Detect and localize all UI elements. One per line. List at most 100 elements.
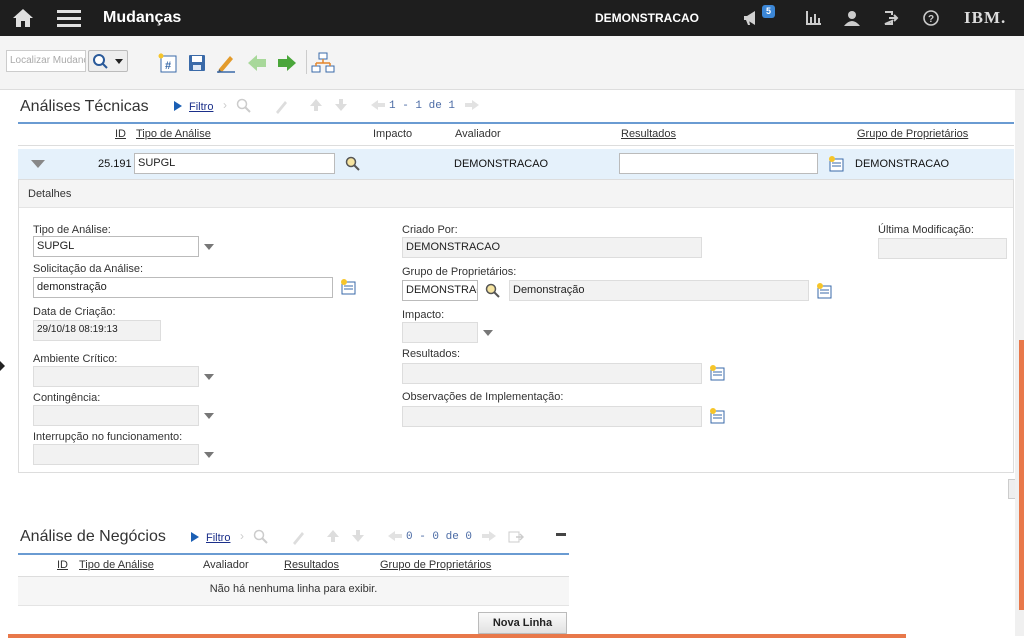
grupo-proprietarios-label: Grupo de Proprietários: (402, 266, 517, 278)
pager-text: 1 - 1 de 1 (389, 100, 456, 112)
details-title: Detalhes (28, 188, 72, 200)
col-resultados[interactable]: Resultados (621, 128, 676, 140)
impacto-label: Impacto: (402, 309, 445, 321)
signout-icon[interactable] (880, 0, 902, 36)
next-page-down-icon (335, 99, 347, 111)
empty-message: Não há nenhuma linha para exibir. (209, 583, 378, 595)
chevron-down-icon[interactable] (199, 444, 219, 465)
solicitacao-label: Solicitação da Análise: (33, 263, 144, 275)
filter-collapse-icon: › (240, 529, 244, 543)
search-input[interactable]: Localizar Mudança (6, 50, 86, 72)
filter-arrow-icon[interactable] (190, 531, 200, 543)
minimize-section-icon[interactable] (555, 531, 567, 539)
home-icon[interactable] (8, 0, 38, 36)
row-id: 25.191 (98, 158, 132, 170)
filter-collapse-icon: › (223, 98, 227, 112)
empty-row: Não há nenhuma linha para exibir. (18, 577, 569, 606)
current-user: DEMONSTRACAO (595, 11, 699, 25)
table-row[interactable]: 25.191 SUPGL DEMONSTRACAO DEMONSTRACAO (18, 149, 1014, 179)
pager-text: 0 - 0 de 0 (406, 531, 473, 543)
long-description-icon[interactable] (816, 282, 834, 300)
impacto-field[interactable] (402, 322, 478, 343)
long-description-icon[interactable] (340, 278, 358, 296)
find-icon[interactable] (253, 529, 269, 545)
analise-negocios-title: Análise de Negócios (20, 528, 166, 545)
chevron-down-icon[interactable] (478, 322, 498, 343)
details-panel: Detalhes Tipo de Análise: SUPGL Solicita… (18, 179, 1014, 473)
toolbar: Localizar Mudança # (0, 36, 1024, 90)
col-grupo-proprietarios[interactable]: Grupo de Proprietários (380, 559, 491, 571)
reports-icon[interactable] (802, 0, 824, 36)
col-avaliador: Avaliador (455, 128, 501, 140)
megaphone-icon[interactable] (740, 0, 764, 36)
ambiente-critico-field[interactable] (33, 366, 199, 387)
app-title: Mudanças (103, 9, 182, 26)
long-description-icon[interactable] (828, 155, 846, 173)
ultima-modificacao-label: Última Modificação: (878, 224, 974, 236)
help-icon[interactable]: ? (920, 0, 942, 36)
menu-icon[interactable] (55, 0, 83, 36)
tipo-analise-label: Tipo de Análise: (33, 224, 111, 236)
solicitacao-field[interactable]: demonstração (33, 277, 333, 298)
col-resultados[interactable]: Resultados (284, 559, 339, 571)
find-icon[interactable] (236, 98, 252, 114)
ambiente-critico-label: Ambiente Crítico: (33, 353, 118, 365)
filter-link[interactable]: Filtro (206, 532, 230, 544)
clear-filter-icon[interactable] (291, 529, 307, 545)
observacoes-field[interactable] (402, 406, 702, 427)
lookup-icon[interactable] (345, 156, 361, 172)
col-id[interactable]: ID (115, 128, 126, 140)
horizontal-scroll-indicator[interactable] (8, 634, 906, 638)
criado-por-field: DEMONSTRACAO (402, 237, 702, 258)
analises-tecnicas-header: ID Tipo de Análise Impacto Avaliador Res… (18, 122, 1014, 146)
notification-badge[interactable]: 5 (762, 5, 776, 18)
side-panel-toggle-icon[interactable] (0, 359, 6, 373)
criado-por-label: Criado Por: (402, 224, 458, 236)
chevron-down-icon[interactable] (199, 236, 219, 257)
col-avaliador: Avaliador (203, 559, 249, 571)
search-options-button[interactable] (88, 50, 128, 72)
row-grupo-proprietarios: DEMONSTRACAO (855, 158, 950, 170)
grupo-proprietarios-field[interactable]: DEMONSTRACAO (402, 280, 478, 301)
new-record-icon[interactable]: # (156, 52, 180, 74)
col-grupo-proprietarios[interactable]: Grupo de Proprietários (857, 128, 968, 140)
ultima-modificacao-field (878, 238, 1007, 259)
contingencia-field[interactable] (33, 405, 199, 426)
previous-record-icon[interactable] (245, 52, 269, 74)
analise-negocios-header: ID Tipo de Análise Avaliador Resultados … (18, 553, 569, 577)
contingencia-label: Contingência: (33, 392, 101, 404)
col-tipo-analise[interactable]: Tipo de Análise (79, 559, 154, 571)
analises-tecnicas-title: Análises Técnicas (20, 98, 149, 115)
row-resultados-input[interactable] (619, 153, 818, 174)
interrupcao-label: Interrupção no funcionamento: (33, 431, 183, 443)
profile-icon[interactable] (841, 0, 863, 36)
row-collapse-icon[interactable] (30, 159, 46, 169)
tipo-analise-field[interactable]: SUPGL (33, 236, 199, 257)
workflow-icon[interactable] (311, 52, 335, 74)
col-id[interactable]: ID (57, 559, 68, 571)
clear-filter-icon[interactable] (274, 98, 290, 114)
change-status-icon[interactable] (214, 52, 238, 74)
filter-arrow-icon[interactable] (173, 100, 183, 112)
details-header: Detalhes (19, 180, 1013, 208)
col-impacto: Impacto (373, 128, 413, 140)
lookup-icon[interactable] (485, 283, 501, 299)
next-page-icon (465, 100, 479, 110)
new-row-button[interactable]: Nova Linha (478, 612, 567, 634)
long-description-icon[interactable] (709, 364, 727, 382)
long-description-icon[interactable] (709, 407, 727, 425)
resultados-field[interactable] (402, 363, 702, 384)
interrupcao-field[interactable] (33, 444, 199, 465)
scrollbar-thumb[interactable] (1019, 340, 1024, 610)
row-avaliador: DEMONSTRACAO (454, 158, 549, 170)
filter-link[interactable]: Filtro (189, 101, 213, 113)
save-icon[interactable] (185, 52, 209, 74)
next-record-icon[interactable] (275, 52, 299, 74)
chevron-down-icon[interactable] (199, 366, 219, 387)
row-tipo-analise-input[interactable]: SUPGL (134, 153, 335, 174)
next-page-down-icon (352, 530, 364, 542)
chevron-down-icon[interactable] (199, 405, 219, 426)
col-tipo-analise[interactable]: Tipo de Análise (136, 128, 211, 140)
previous-page-icon (371, 100, 385, 110)
grupo-proprietarios-description: Demonstração (509, 280, 809, 301)
